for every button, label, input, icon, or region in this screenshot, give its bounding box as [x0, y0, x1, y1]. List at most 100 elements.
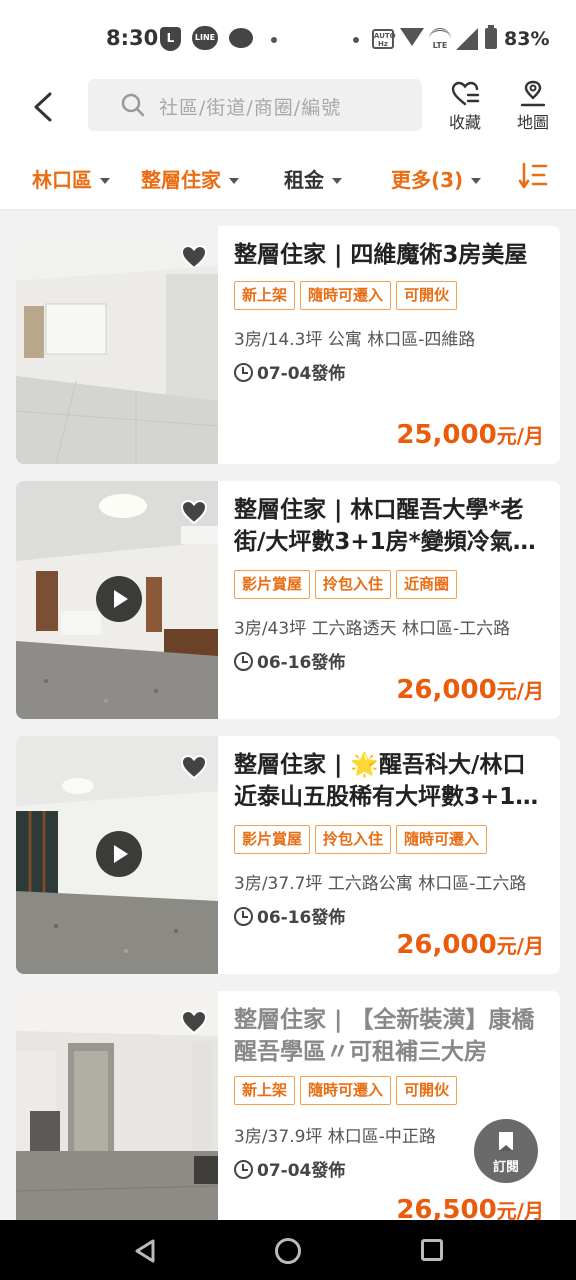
- line-app-icon: LINE: [192, 26, 218, 50]
- listing-title: 整層住家 | 四維魔術3房美屋: [234, 242, 528, 268]
- favorite-heart-icon[interactable]: [180, 1009, 208, 1035]
- wifi-icon: [400, 28, 424, 46]
- nav-home-icon[interactable]: [275, 1238, 301, 1264]
- clock-icon: [234, 1160, 253, 1179]
- heart-list-icon: [451, 81, 480, 106]
- listing-card[interactable]: 整層住家 | 【全新裝潢】康橋醒吾學區〃可租補三大房 新上架 隨時可遷入 可開伙 3…: [16, 991, 560, 1229]
- listing-posted-date: 07-04發佈: [257, 1161, 346, 1181]
- sort-icon[interactable]: [518, 162, 548, 190]
- bookmark-icon: [499, 1132, 513, 1151]
- clock-icon: [234, 363, 253, 382]
- listing-photo[interactable]: [16, 481, 218, 719]
- favorite-heart-icon[interactable]: [180, 754, 208, 780]
- favorites-button[interactable]: 收藏: [441, 80, 489, 136]
- map-label: 地圖: [516, 113, 549, 132]
- listing-card[interactable]: 整層住家 | 四維魔術3房美屋 新上架 隨時可遷入 可開伙 3房/14.3坪 公寓 …: [16, 226, 560, 464]
- listing-photo[interactable]: [16, 991, 218, 1229]
- listing-posted-date: 07-04發佈: [257, 364, 346, 384]
- map-pin-icon: [520, 80, 546, 107]
- clock-icon: [234, 907, 253, 926]
- listing-tag: 影片賞屋: [234, 825, 311, 854]
- filter-bar: 林口區 整層住家 租金 更多(3): [0, 138, 576, 210]
- listing-tag: 拎包入住: [315, 570, 392, 599]
- price-unit: 元/月: [496, 424, 544, 448]
- search-placeholder: 社區/街道/商圈/編號: [159, 97, 342, 119]
- auto-hz-icon: AUTO Hz: [372, 29, 396, 49]
- status-dot-icon: [353, 37, 359, 43]
- signal-icon: [456, 28, 478, 50]
- filter-rent[interactable]: 租金: [284, 164, 342, 193]
- listing-price: 26,000元/月: [396, 930, 544, 960]
- chat-app-icon: [229, 28, 253, 48]
- nav-recents-icon[interactable]: [421, 1239, 443, 1261]
- status-time: 8:30: [106, 26, 159, 50]
- listing-card[interactable]: 整層住家 | 🌟醒吾科大/林口近泰山五股稀有大坪數3+1… 影片賞屋 拎包入住 隨時…: [16, 736, 560, 974]
- battery-icon: [485, 25, 497, 49]
- listing-tags: 影片賞屋 拎包入住 隨時可遷入: [234, 825, 554, 854]
- status-bar: 8:30 L LINE AUTO Hz LTE 83%: [0, 0, 576, 78]
- listing-posted: 07-04發佈: [234, 359, 345, 384]
- filter-more-label: 更多(3): [391, 168, 464, 192]
- listing-posted: 06-16發佈: [234, 903, 345, 928]
- listing-info: 3房/37.7坪 工六路公寓 林口區-工六路: [234, 874, 527, 894]
- listing-tag: 可開伙: [396, 1076, 458, 1105]
- clock-icon: [234, 652, 253, 671]
- listing-info: 3房/43坪 工六路透天 林口區-工六路: [234, 619, 511, 639]
- header: 社區/街道/商圈/編號 收藏 地圖: [0, 78, 576, 138]
- filter-district[interactable]: 林口區: [32, 164, 110, 193]
- listing-title: 整層住家 | 【全新裝潢】康橋醒吾學區〃可租補三大房: [234, 1007, 535, 1065]
- listing-tag: 近商圈: [396, 570, 458, 599]
- price-unit: 元/月: [496, 679, 544, 703]
- favorites-label: 收藏: [448, 113, 481, 132]
- listing-photo[interactable]: [16, 736, 218, 974]
- search-input[interactable]: 社區/街道/商圈/編號: [88, 79, 422, 131]
- caret-down-icon: [100, 178, 110, 184]
- listing-tags: 新上架 隨時可遷入 可開伙: [234, 281, 554, 310]
- favorite-heart-icon[interactable]: [180, 499, 208, 525]
- filter-district-label: 林口區: [32, 168, 92, 192]
- listing-tag: 新上架: [234, 281, 296, 310]
- subscribe-label: 訂閱: [492, 1160, 519, 1175]
- listing-tags: 新上架 隨時可遷入 可開伙: [234, 1076, 554, 1105]
- l-app-icon: L: [160, 27, 181, 51]
- filter-type-label: 整層住家: [141, 168, 221, 192]
- search-icon: [121, 93, 145, 117]
- listing-price: 26,000元/月: [396, 675, 544, 705]
- listing-tag: 影片賞屋: [234, 570, 311, 599]
- listing-tag: 新上架: [234, 1076, 296, 1105]
- caret-down-icon: [332, 178, 342, 184]
- listing-tags: 影片賞屋 拎包入住 近商圈: [234, 570, 554, 599]
- subscribe-button[interactable]: 訂閱: [474, 1119, 538, 1183]
- map-button[interactable]: 地圖: [509, 80, 557, 136]
- listing-tag: 隨時可遷入: [300, 1076, 392, 1105]
- listing-tag: 隨時可遷入: [396, 825, 488, 854]
- listing-title: 整層住家 | 🌟醒吾科大/林口近泰山五股稀有大坪數3+1…: [234, 752, 539, 810]
- listing-posted-date: 06-16發佈: [257, 908, 346, 928]
- play-video-icon[interactable]: [96, 831, 142, 877]
- price-value: 26,000: [396, 675, 497, 705]
- back-arrow-icon[interactable]: [30, 92, 58, 122]
- listing-info: 3房/14.3坪 公寓 林口區-四維路: [234, 330, 476, 350]
- battery-percent: 83%: [504, 28, 550, 50]
- lte-icon: LTE: [429, 28, 451, 50]
- filter-more[interactable]: 更多(3): [391, 164, 482, 193]
- listing-title: 整層住家 | 林口醒吾大學*老街/大坪數3+1房*變頻冷氣…: [234, 497, 536, 555]
- favorite-heart-icon[interactable]: [180, 244, 208, 270]
- price-unit: 元/月: [496, 934, 544, 958]
- nav-back-icon[interactable]: [134, 1239, 156, 1263]
- listing-tag: 拎包入住: [315, 825, 392, 854]
- price-value: 26,000: [396, 930, 497, 960]
- listing-tag: 隨時可遷入: [300, 281, 392, 310]
- caret-down-icon: [471, 178, 482, 184]
- filter-type[interactable]: 整層住家: [141, 164, 239, 193]
- listing-photo[interactable]: [16, 226, 218, 464]
- listing-card[interactable]: 整層住家 | 林口醒吾大學*老街/大坪數3+1房*變頻冷氣… 影片賞屋 拎包入住近…: [16, 481, 560, 719]
- play-video-icon[interactable]: [96, 576, 142, 622]
- system-nav-bar: [0, 1220, 576, 1280]
- listing-posted: 07-04發佈: [234, 1156, 345, 1181]
- listing-info: 3房/37.9坪 林口區-中正路: [234, 1127, 436, 1147]
- caret-down-icon: [229, 178, 239, 184]
- listing-posted-date: 06-16發佈: [257, 653, 346, 673]
- filter-rent-label: 租金: [284, 168, 324, 192]
- price-value: 25,000: [396, 420, 497, 450]
